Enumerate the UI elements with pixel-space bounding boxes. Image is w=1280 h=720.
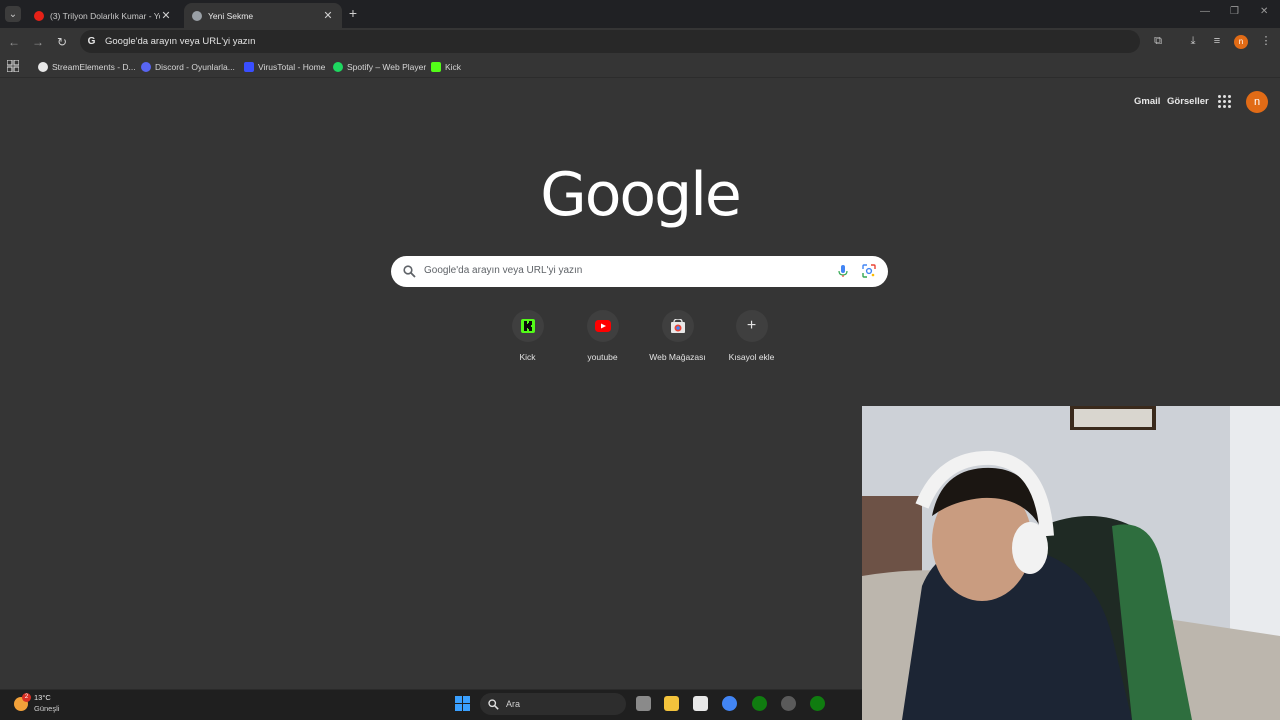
shortcut-label: youtube [587,352,618,362]
profile-avatar-small[interactable]: n [1234,35,1248,49]
bookmark-label: StreamElements - D... [52,62,136,72]
omnibox[interactable]: G Google'da arayın veya URL'yi yazın [80,30,1140,53]
discord-icon [141,62,151,72]
reload-button[interactable]: ↻ [54,34,70,50]
bookmark-discord[interactable]: Discord - Oyunlarla... [141,60,235,74]
images-link[interactable]: Görseller [1167,96,1209,107]
shortcut-web-store[interactable]: Web Mağazası [640,310,715,362]
new-tab-button[interactable]: + [345,5,361,21]
extensions-icon[interactable]: ⧉ [1151,34,1165,48]
apps-icon[interactable] [7,60,19,72]
tab-strip: ⌄ (3) Trilyon Dolarlık Kumar - You ✕ Yen… [0,0,1280,28]
microphone-icon[interactable] [837,264,849,278]
webcam-overlay [862,406,1280,720]
close-window-icon[interactable]: ✕ [1260,6,1268,17]
search-placeholder: Google'da arayın veya URL'yi yazın [424,265,583,276]
search-input[interactable]: Google'da arayın veya URL'yi yazın [391,256,888,287]
close-icon[interactable]: ✕ [322,9,334,22]
menu-icon[interactable]: ⋮ [1259,34,1273,48]
shortcut-icon-bg [661,310,694,342]
screen: ⌄ (3) Trilyon Dolarlık Kumar - You ✕ Yen… [0,0,1280,720]
youtube-icon [594,320,611,332]
shortcut-youtube[interactable]: youtube [565,310,640,362]
taskbar-search-label: Ara [506,699,521,709]
shortcut-label: Kick [519,352,536,362]
tab-title: (3) Trilyon Dolarlık Kumar - You [50,10,160,21]
steam-icon[interactable] [781,696,796,711]
bookmark-label: VirusTotal - Home [258,62,326,72]
kick-icon [520,319,535,333]
file-explorer-icon[interactable] [664,696,679,711]
restore-icon[interactable]: ❐ [1230,6,1239,17]
download-icon[interactable]: ⤓ [1186,34,1200,48]
bookmark-label: Discord - Oyunlarla... [155,62,235,72]
back-button[interactable]: ← [6,34,22,50]
shortcut-label: Web Mağazası [649,352,706,362]
spotify-icon [333,62,343,72]
taskbar-search[interactable]: Ara [480,693,626,715]
shortcut-kick[interactable]: Kick [490,310,565,362]
google-lens-icon[interactable] [862,264,876,278]
bookmark-kick[interactable]: Kick [431,60,461,74]
shortcut-add[interactable]: + Kısayol ekle [714,310,789,362]
microsoft-store-icon[interactable] [693,696,708,711]
xbox-app-icon[interactable] [810,696,825,711]
weather-temp: 13°C [34,693,51,702]
search-icon [488,698,499,710]
bookmark-label: Kick [445,62,462,72]
bookmark-streamelements[interactable]: StreamElements - D... [38,60,136,74]
shortcut-icon-bg [511,310,544,342]
notification-badge: 2 [22,693,31,702]
omnibox-text: Google'da arayın veya URL'yi yazın [105,36,256,47]
plus-icon: + [746,317,757,334]
tab-youtube[interactable]: (3) Trilyon Dolarlık Kumar - You ✕ [26,3,180,28]
windows-start-icon[interactable] [455,696,470,711]
tab-title: Yeni Sekme [208,10,254,21]
profile-avatar[interactable]: n [1246,91,1268,113]
gmail-link[interactable]: Gmail [1134,96,1160,107]
media-control-icon[interactable]: ≡ [1210,34,1224,48]
bookmark-virustotal[interactable]: VirusTotal - Home [244,60,325,74]
webcam-image [862,406,1280,720]
chrome-icon[interactable] [722,696,737,711]
tab-new-tab[interactable]: Yeni Sekme ✕ [184,3,342,28]
task-view-icon[interactable] [636,696,651,711]
minimize-icon[interactable]: — [1200,6,1210,17]
close-icon[interactable]: ✕ [160,9,172,22]
forward-button[interactable]: → [30,34,46,50]
shortcut-label: Kısayol ekle [728,352,775,362]
streamelements-icon [38,62,48,72]
virustotal-icon [244,62,254,72]
google-icon: G [87,36,96,47]
bookmark-label: Spotify – Web Player [347,62,427,72]
shortcut-icon-bg [586,310,619,342]
search-icon [403,265,416,278]
bookmark-spotify[interactable]: Spotify – Web Player [333,60,426,74]
weather-condition: Güneşli [34,704,60,713]
youtube-icon [34,10,44,21]
xbox-icon[interactable] [752,696,767,711]
shortcut-icon-bg: + [735,310,768,342]
web-store-icon [670,318,685,333]
chrome-icon [192,10,202,21]
google-apps-icon[interactable] [1218,95,1231,108]
tab-search-button[interactable]: ⌄ [5,6,21,22]
kick-icon [431,62,441,72]
google-logo: Google [540,160,742,230]
